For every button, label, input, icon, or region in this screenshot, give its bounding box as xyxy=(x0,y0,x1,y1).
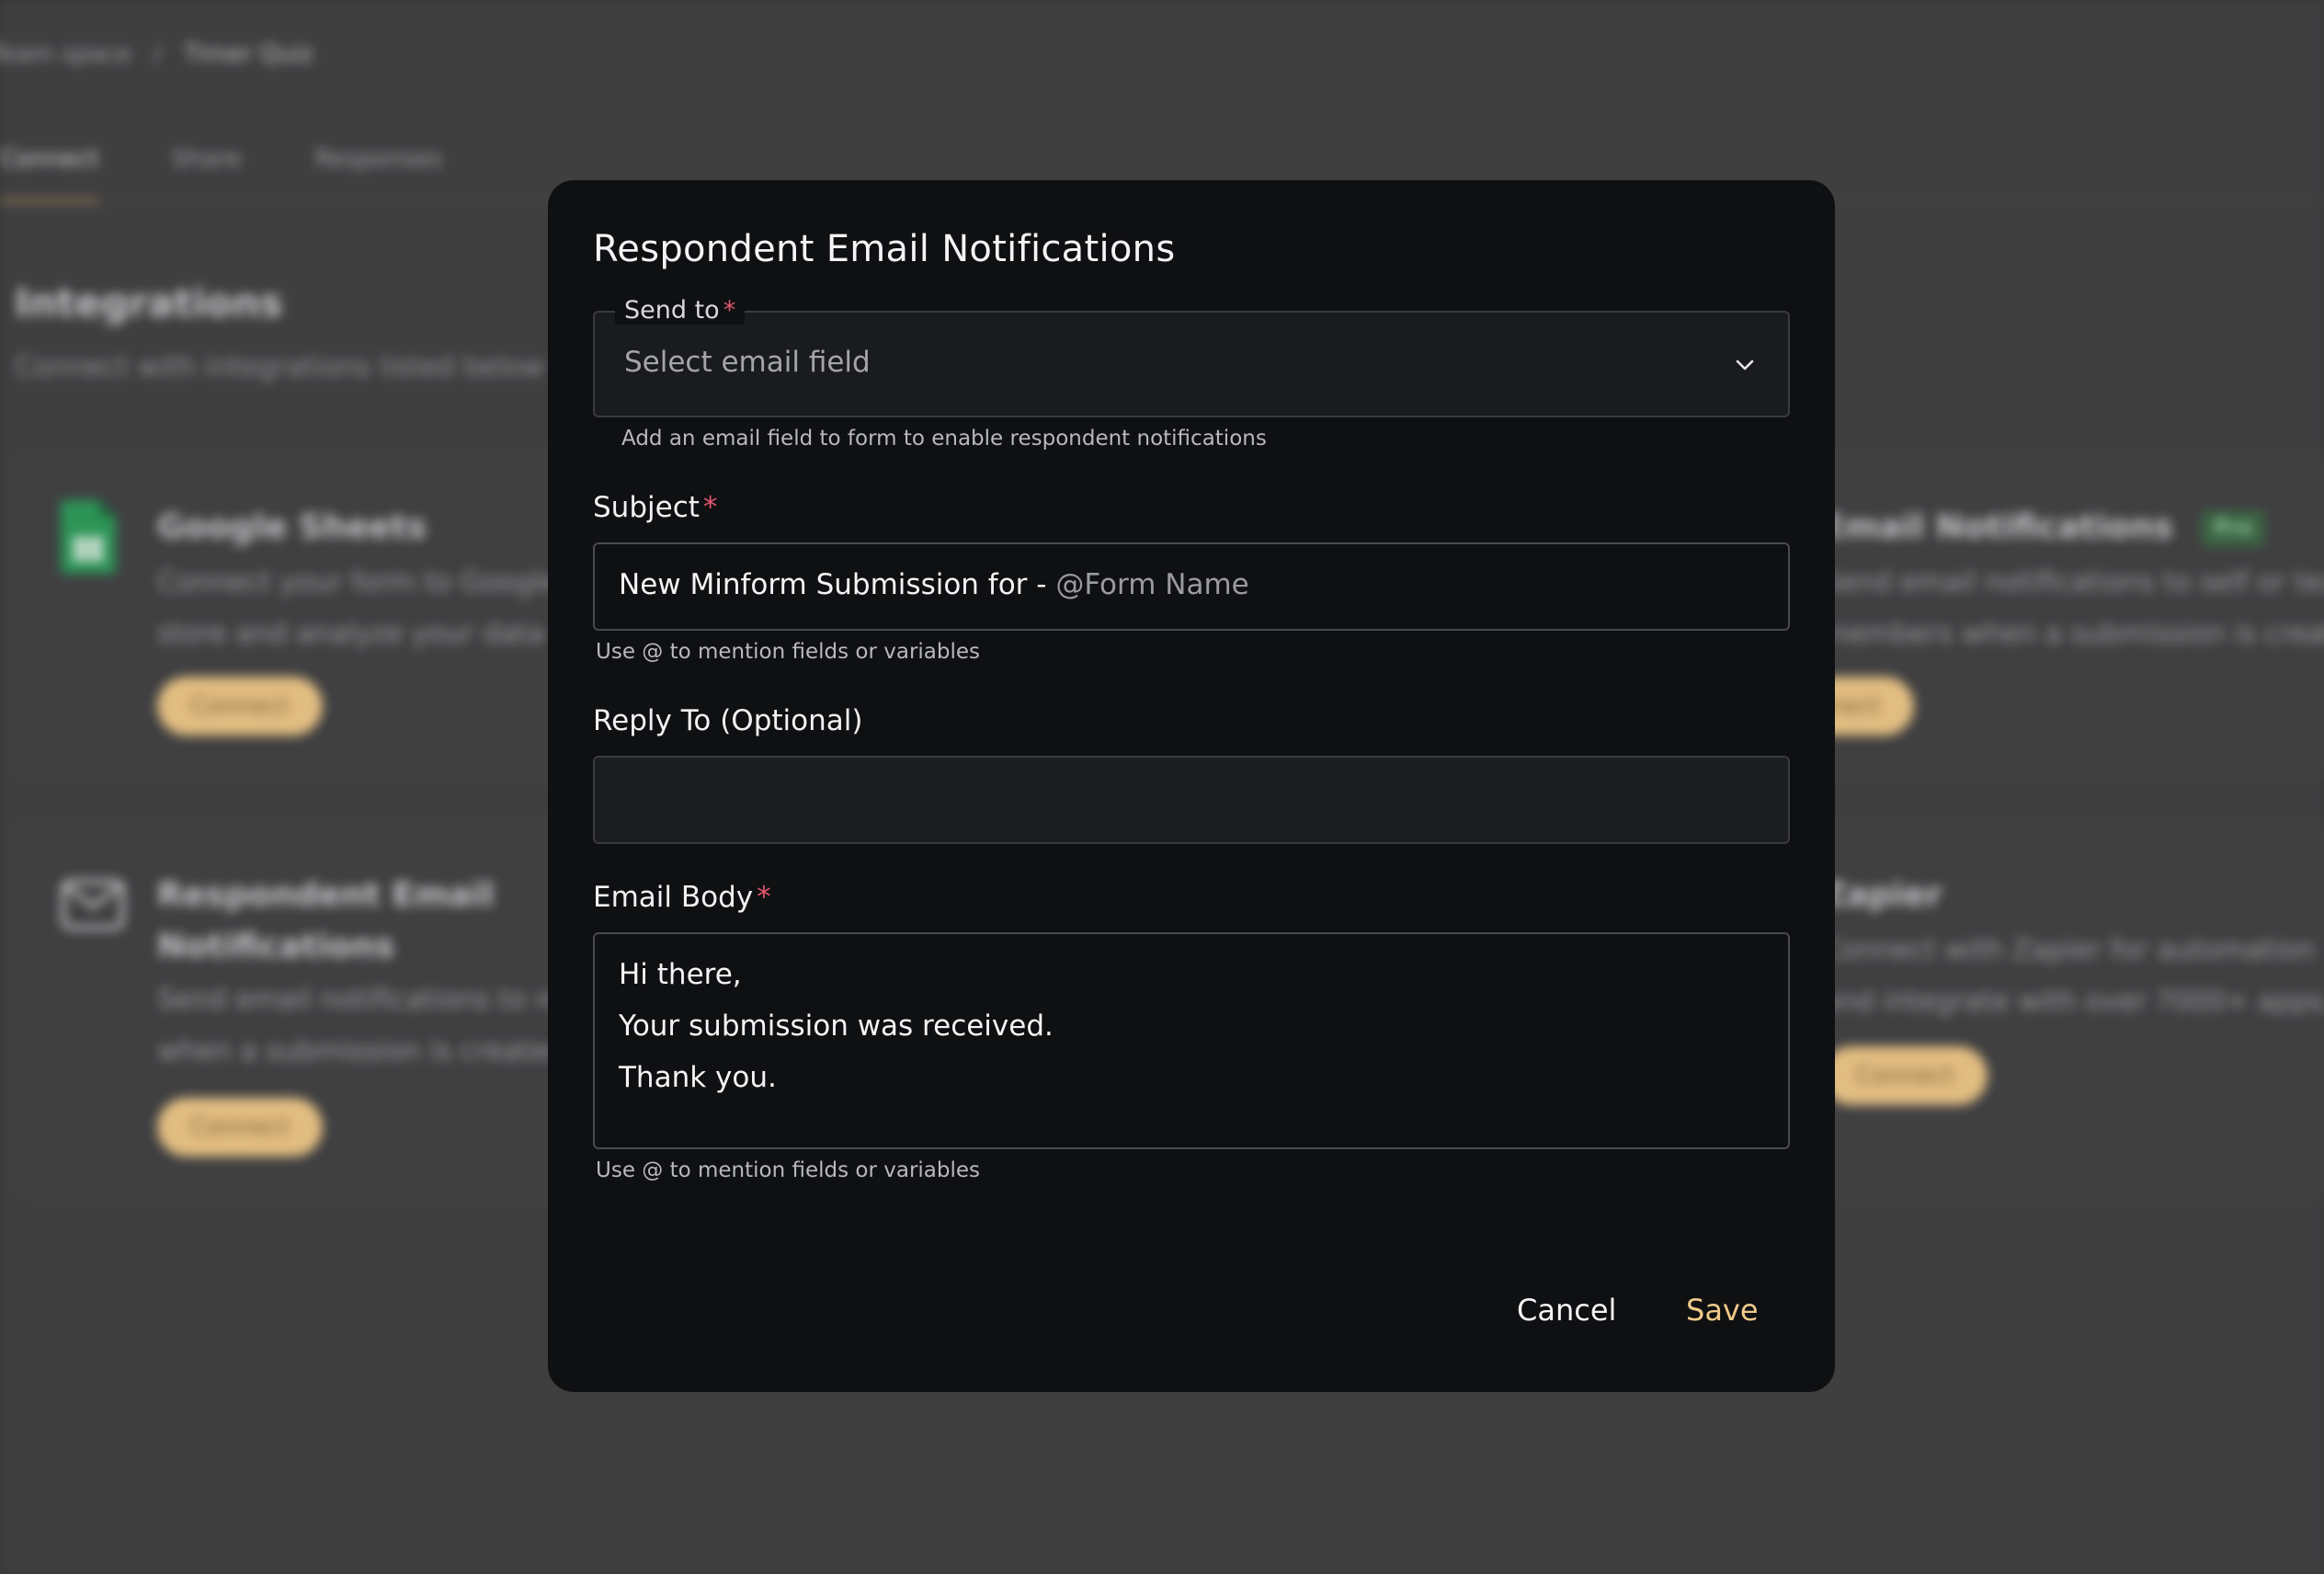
send-to-label: Send to * xyxy=(615,296,746,325)
email-body-line: Thank you. xyxy=(619,1061,777,1094)
required-mark: * xyxy=(723,296,736,325)
cancel-button[interactable]: Cancel xyxy=(1517,1293,1616,1328)
email-body-label: Email Body * xyxy=(593,881,771,914)
subject-label: Subject * xyxy=(593,491,717,524)
email-body-line: Your submission was received. xyxy=(619,1009,1054,1043)
save-button[interactable]: Save xyxy=(1686,1293,1759,1328)
subject-value: New Minform Submission for - @Form Name xyxy=(619,568,1249,601)
required-mark: * xyxy=(702,491,718,524)
send-to-select[interactable]: Send to * Select email field xyxy=(593,296,1790,417)
subject-label-text: Subject xyxy=(593,491,700,524)
send-to-placeholder: Select email field xyxy=(624,346,871,379)
respondent-email-modal: Respondent Email Notifications Send to * … xyxy=(548,180,1835,1392)
chevron-down-icon[interactable] xyxy=(1735,355,1755,375)
send-to-helper-text: Add an email field to form to enable res… xyxy=(621,427,1267,451)
email-body-textarea[interactable]: Hi there, Your submission was received. … xyxy=(593,932,1790,1149)
reply-to-label: Reply To (Optional) xyxy=(593,704,863,737)
reply-to-input[interactable] xyxy=(593,756,1790,844)
form-name-mention: @Form Name xyxy=(1055,568,1249,601)
subject-text: New Minform Submission for - xyxy=(619,568,1056,601)
email-body-label-text: Email Body xyxy=(593,881,754,914)
required-mark: * xyxy=(757,881,771,914)
subject-helper-text: Use @ to mention fields or variables xyxy=(596,640,981,664)
email-body-helper-text: Use @ to mention fields or variables xyxy=(596,1158,981,1182)
modal-title: Respondent Email Notifications xyxy=(593,228,1176,270)
subject-input[interactable]: New Minform Submission for - @Form Name xyxy=(593,542,1790,631)
email-body-line: Hi there, xyxy=(619,958,742,991)
send-to-label-text: Send to xyxy=(624,296,720,325)
